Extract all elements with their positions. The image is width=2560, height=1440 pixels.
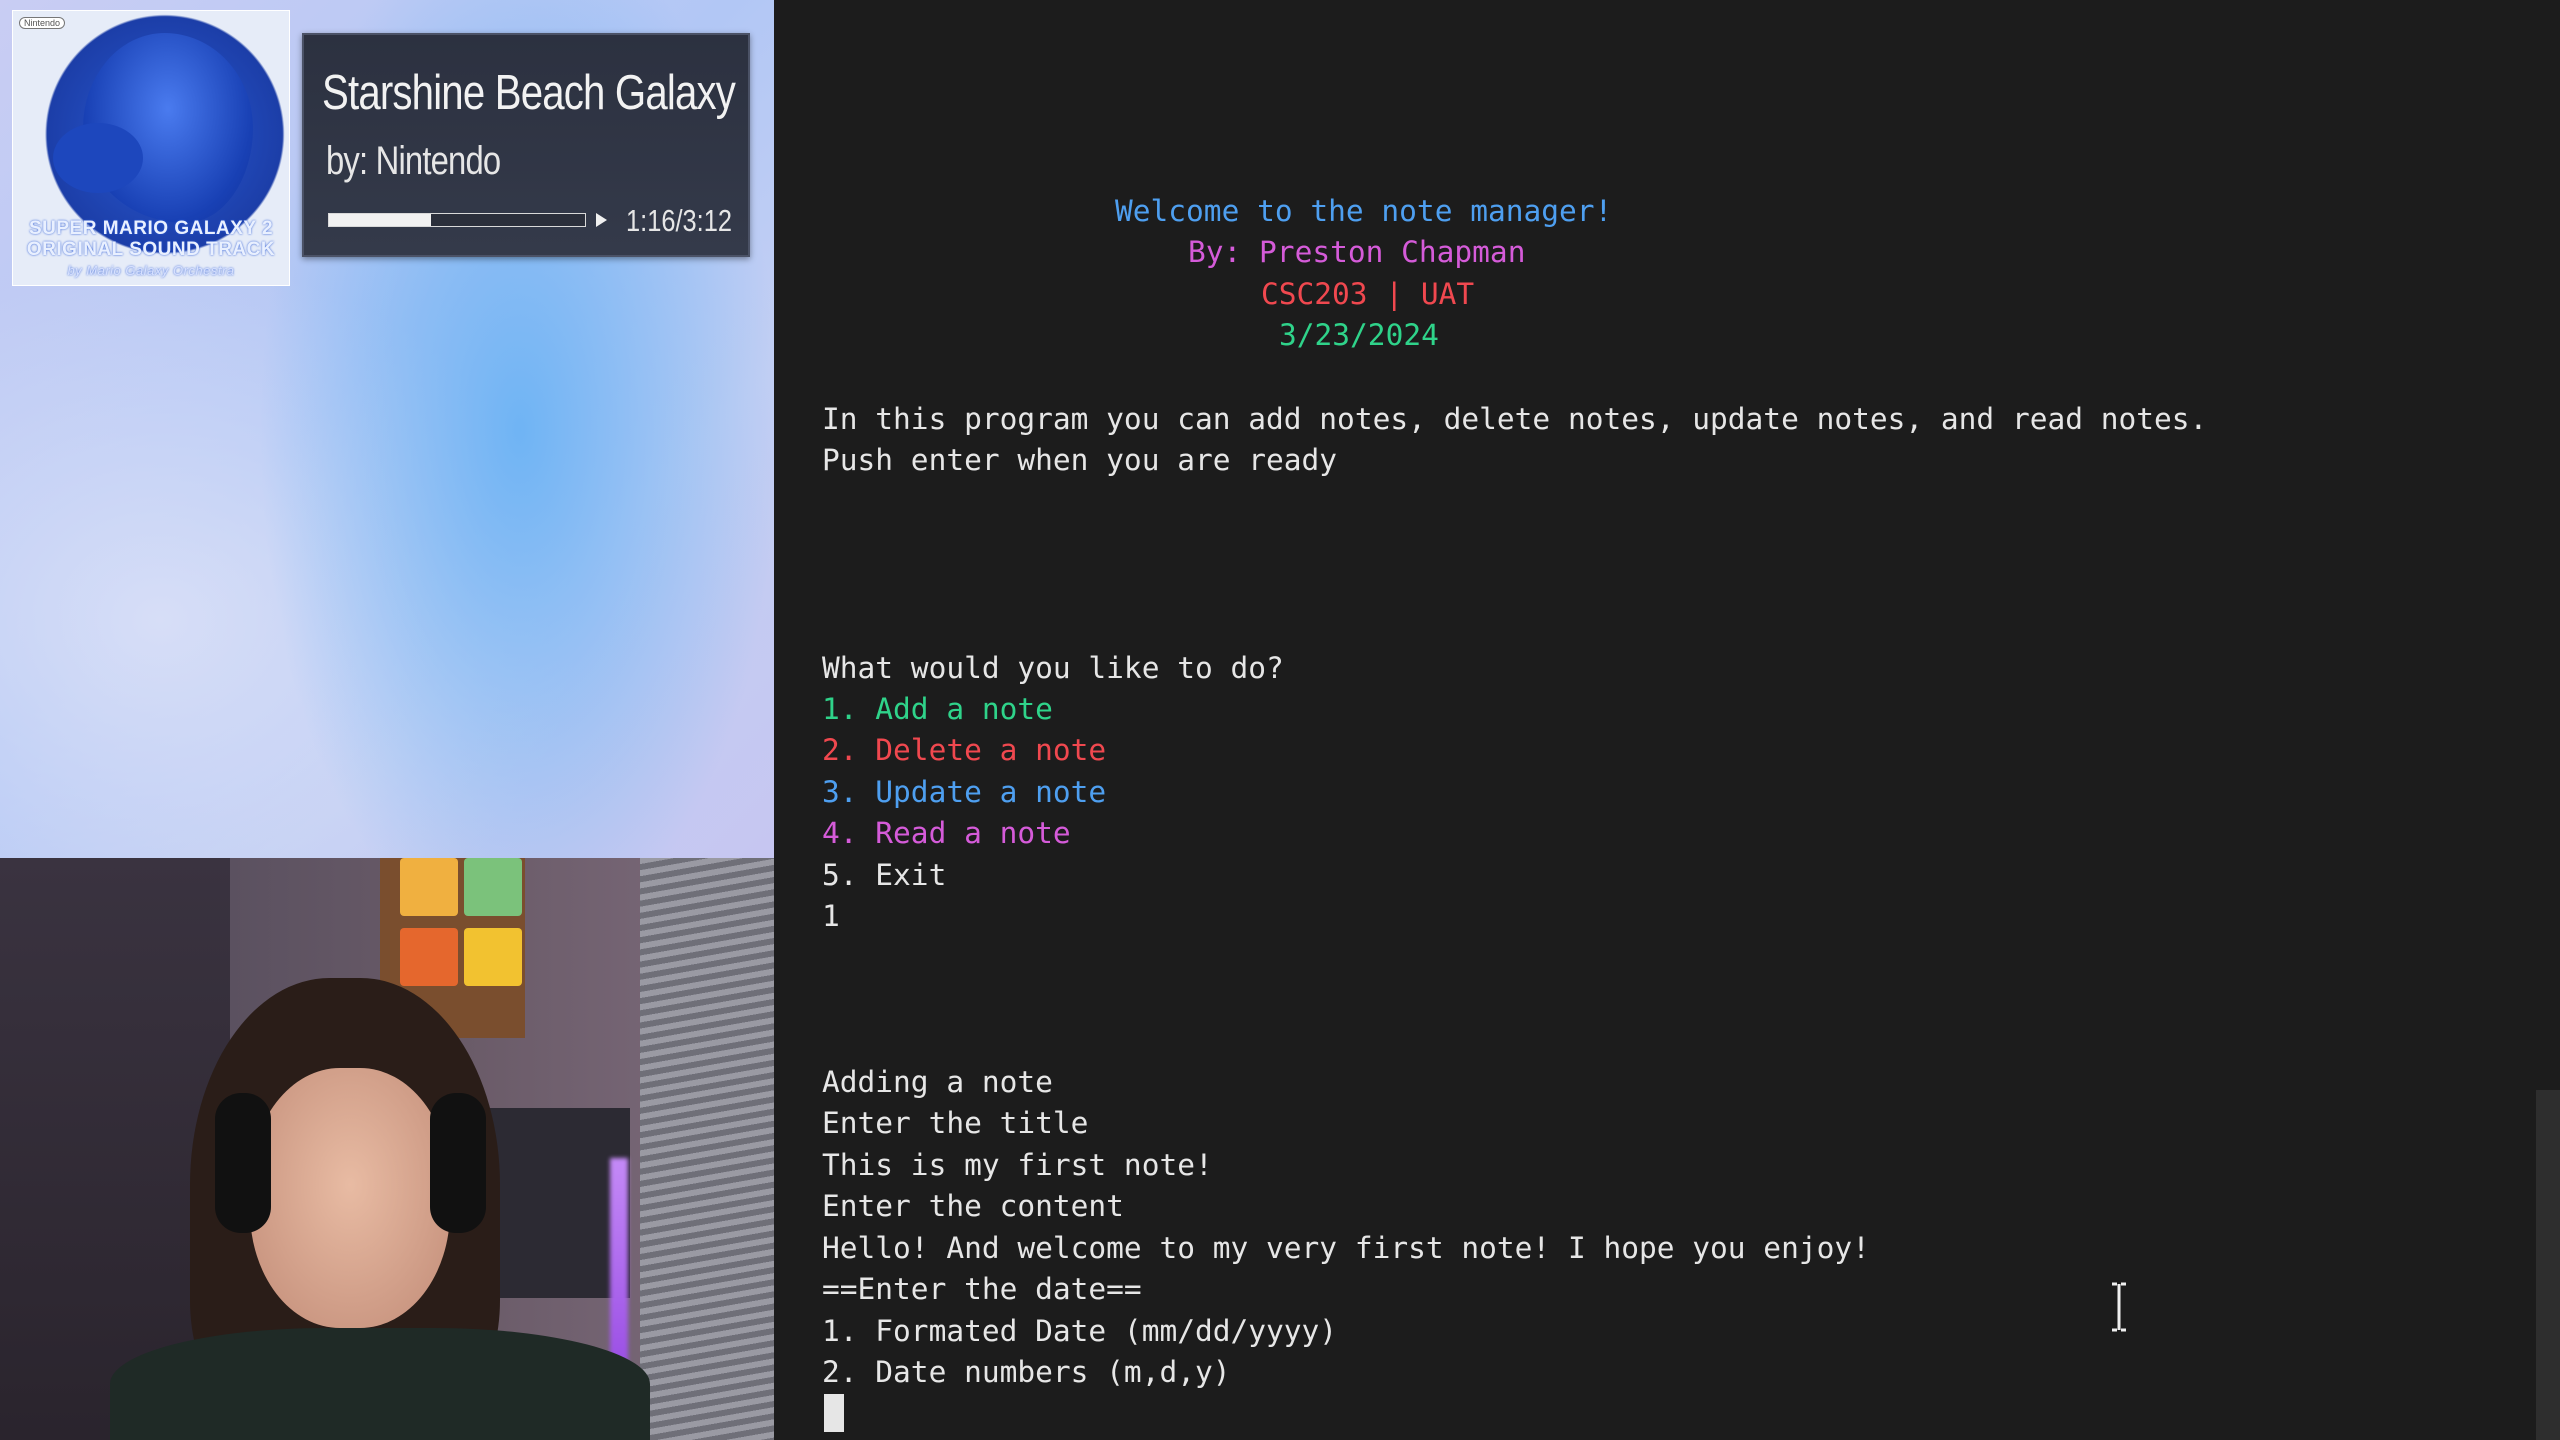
track-time: 1:16/3:12: [626, 203, 733, 238]
session-line: ==Enter the date==: [822, 1272, 1142, 1306]
now-playing-widget: Starshine Beach Galaxy by: Nintendo 1:16…: [302, 33, 750, 257]
session-line: Enter the title: [822, 1106, 1089, 1140]
headphones-right-icon: [430, 1093, 486, 1233]
nintendo-logo: Nintendo: [19, 17, 66, 29]
mario-silhouette-icon: [53, 33, 253, 223]
play-icon: [596, 213, 607, 227]
intro-line-2: Push enter when you are ready: [822, 443, 1338, 477]
session-line: Enter the content: [822, 1189, 1124, 1223]
header-date: 3/23/2024: [1279, 318, 1439, 352]
stream-overlay: Nintendo SUPER MARIO GALAXY 2 ORIGINAL S…: [0, 0, 774, 858]
session-line: This is my first note!: [822, 1148, 1213, 1182]
header-welcome: Welcome to the note manager!: [1115, 194, 1613, 228]
headphones-left-icon: [215, 1093, 271, 1233]
album-art-image: Nintendo SUPER MARIO GALAXY 2 ORIGINAL S…: [12, 10, 290, 286]
session-line: Adding a note: [822, 1065, 1053, 1099]
streamer-shirt: [110, 1328, 650, 1440]
menu-prompt: What would you like to do?: [822, 651, 1284, 685]
ibeam-cursor-icon: [2112, 1282, 2126, 1332]
album-caption-line2: ORIGINAL SOUND TRACK: [26, 239, 276, 260]
menu-item-exit: 5. Exit: [822, 858, 947, 892]
user-choice-input: 1: [822, 899, 840, 933]
menu-item-delete: 2. Delete a note: [822, 733, 1107, 767]
track-title: Starshine Beach Galaxy: [322, 66, 736, 120]
track-progress-fill: [329, 214, 432, 226]
intro-line-1: In this program you can add notes, delet…: [822, 402, 2208, 436]
track-artist: by: Nintendo: [326, 139, 501, 183]
album-caption-line1: SUPER MARIO GALAXY 2: [28, 218, 274, 239]
text-cursor: [824, 1394, 844, 1432]
webcam-background-blinds: [640, 858, 774, 1440]
header-course: CSC203 | UAT: [1261, 277, 1475, 311]
session-line: Hello! And welcome to my very first note…: [822, 1231, 1870, 1265]
menu-item-update: 3. Update a note: [822, 775, 1107, 809]
streamer-face: [250, 1068, 450, 1328]
header-author: By: Preston Chapman: [1188, 235, 1526, 269]
album-caption-line3: by Mario Galaxy Orchestra: [67, 263, 235, 278]
webcam-feed: [0, 858, 774, 1440]
track-progress-bar: [328, 213, 586, 227]
menu-item-add: 1. Add a note: [822, 692, 1053, 726]
menu-item-read: 4. Read a note: [822, 816, 1071, 850]
session-line: 1. Formated Date (mm/dd/yyyy): [822, 1314, 1338, 1348]
terminal-scrollbar[interactable]: [2536, 1090, 2560, 1440]
session-line: 2. Date numbers (m,d,y): [822, 1355, 1231, 1389]
album-caption: SUPER MARIO GALAXY 2 ORIGINAL SOUND TRAC…: [13, 218, 289, 281]
terminal-window[interactable]: Welcome to the note manager! By: Preston…: [774, 0, 2560, 1440]
